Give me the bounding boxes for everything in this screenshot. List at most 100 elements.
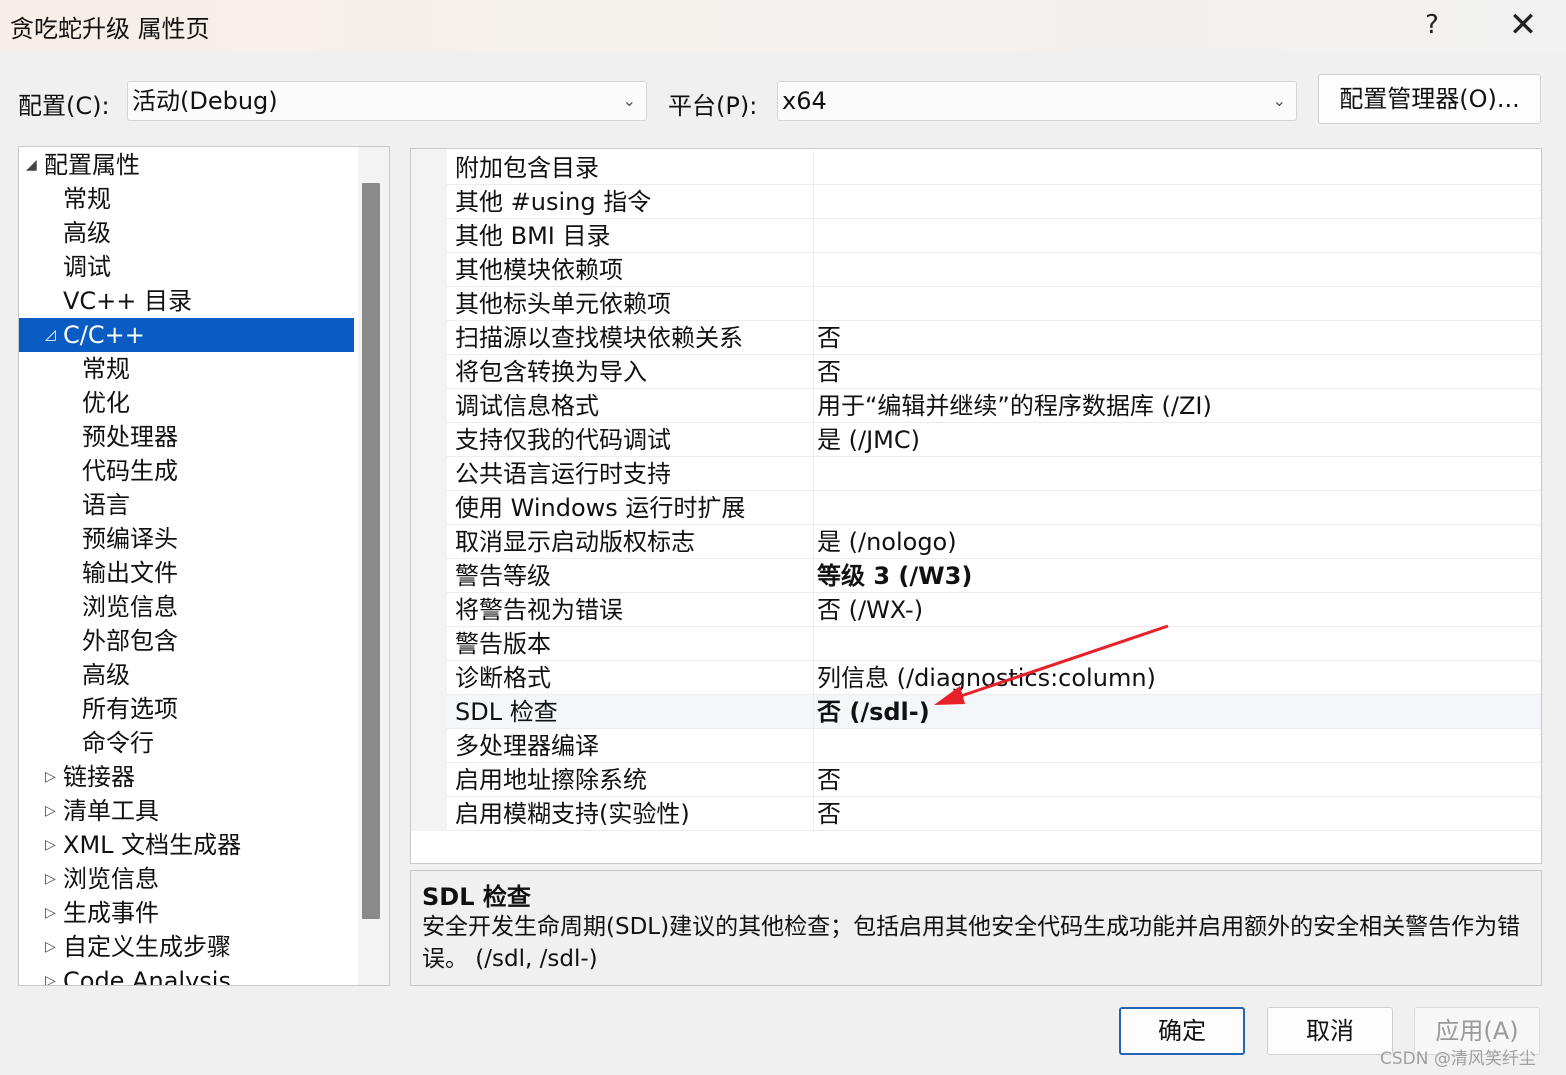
column-divider[interactable] [813, 559, 814, 593]
column-divider[interactable] [813, 423, 814, 457]
property-row[interactable]: 将包含转换为导入 否 [447, 355, 1541, 389]
column-divider[interactable] [813, 321, 814, 355]
expand-arrow-icon[interactable]: ▷ [45, 828, 56, 862]
tree-item[interactable]: ▷ XML 文档生成器 [19, 828, 354, 862]
tree-item[interactable]: 代码生成 [19, 454, 354, 488]
tree-item[interactable]: 语言 [19, 488, 354, 522]
tree-item[interactable]: ◢ 配置属性 [19, 148, 354, 182]
property-value[interactable]: 用于“编辑并继续”的程序数据库 (/ZI) [817, 389, 1212, 423]
column-divider[interactable] [813, 763, 814, 797]
close-button[interactable]: ✕ [1488, 0, 1558, 50]
property-value[interactable]: 是 (/JMC) [817, 423, 920, 457]
description-text: 安全开发生命周期(SDL)建议的其他检查；包括启用其他安全代码生成功能并启用额外… [422, 914, 1521, 972]
property-row[interactable]: 其他 #using 指令 [447, 185, 1541, 219]
property-grid[interactable]: 附加包含目录 其他 #using 指令 其他 BMI 目录 其他模块依赖项 其他标头单元… [410, 148, 1542, 864]
property-row[interactable]: 使用 Windows 运行时扩展 [447, 491, 1541, 525]
property-row[interactable]: 取消显示启动版权标志 是 (/nologo) [447, 525, 1541, 559]
window-title: 贪吃蛇升级 属性页 [10, 15, 210, 43]
ok-button[interactable]: 确定 [1119, 1007, 1245, 1055]
property-row[interactable]: 附加包含目录 [447, 151, 1541, 185]
tree-item[interactable]: ▷ Code Analysis [19, 964, 354, 985]
expand-arrow-icon[interactable]: ▷ [45, 896, 56, 930]
tree-item-label: 代码生成 [82, 457, 178, 485]
tree-item[interactable]: ▷ 生成事件 [19, 896, 354, 930]
tree-item[interactable]: 输出文件 [19, 556, 354, 590]
property-row[interactable]: 扫描源以查找模块依赖关系 否 [447, 321, 1541, 355]
property-name: 调试信息格式 [455, 392, 599, 420]
column-divider[interactable] [813, 593, 814, 627]
tree-item[interactable]: 所有选项 [19, 692, 354, 726]
property-value[interactable]: 是 (/nologo) [817, 525, 957, 559]
property-row[interactable]: 其他标头单元依赖项 [447, 287, 1541, 321]
expand-arrow-icon[interactable]: ▷ [45, 794, 56, 828]
property-value[interactable]: 列信息 (/diagnostics:column) [817, 661, 1156, 695]
expand-arrow-icon[interactable]: ▷ [45, 930, 56, 964]
column-divider[interactable] [813, 525, 814, 559]
property-row[interactable]: 启用地址擦除系统 否 [447, 763, 1541, 797]
property-row[interactable]: 警告版本 [447, 627, 1541, 661]
property-value[interactable]: 否 (/sdl-) [817, 695, 930, 729]
column-divider[interactable] [813, 695, 814, 729]
tree-item[interactable]: ▷ 清单工具 [19, 794, 354, 828]
property-row[interactable]: SDL 检查 否 (/sdl-) [447, 695, 1541, 729]
platform-select[interactable]: x64 ⌄ [777, 81, 1297, 121]
column-divider[interactable] [813, 151, 814, 185]
tree-item[interactable]: ▷ 链接器 [19, 760, 354, 794]
collapse-arrow-icon[interactable]: ◿ [45, 318, 56, 352]
expand-arrow-icon[interactable]: ▷ [45, 862, 56, 896]
property-value[interactable]: 否 (/WX-) [817, 593, 923, 627]
cancel-button[interactable]: 取消 [1267, 1007, 1393, 1055]
tree-item[interactable]: 浏览信息 [19, 590, 354, 624]
tree-item[interactable]: 预编译头 [19, 522, 354, 556]
tree-item-label: 自定义生成步骤 [63, 933, 231, 961]
property-value[interactable]: 否 [817, 355, 841, 389]
property-value[interactable]: 等级 3 (/W3) [817, 559, 972, 593]
property-row[interactable]: 其他模块依赖项 [447, 253, 1541, 287]
tree-item[interactable]: ▷ 浏览信息 [19, 862, 354, 896]
config-manager-button[interactable]: 配置管理器(O)... [1318, 74, 1541, 124]
column-divider[interactable] [813, 491, 814, 525]
column-divider[interactable] [813, 185, 814, 219]
column-divider[interactable] [813, 729, 814, 763]
tree-item[interactable]: 命令行 [19, 726, 354, 760]
property-row[interactable]: 调试信息格式 用于“编辑并继续”的程序数据库 (/ZI) [447, 389, 1541, 423]
collapse-arrow-icon[interactable]: ◢ [26, 148, 37, 182]
property-value[interactable]: 否 [817, 763, 841, 797]
tree-item[interactable]: 高级 [19, 216, 354, 250]
property-row[interactable]: 多处理器编译 [447, 729, 1541, 763]
property-value[interactable]: 否 [817, 797, 841, 831]
tree-item[interactable]: 常规 [19, 352, 354, 386]
property-row[interactable]: 支持仅我的代码调试 是 (/JMC) [447, 423, 1541, 457]
property-value[interactable]: 否 [817, 321, 841, 355]
property-row[interactable]: 其他 BMI 目录 [447, 219, 1541, 253]
tree-item[interactable]: VC++ 目录 [19, 284, 354, 318]
column-divider[interactable] [813, 661, 814, 695]
property-row[interactable]: 将警告视为错误 否 (/WX-) [447, 593, 1541, 627]
column-divider[interactable] [813, 627, 814, 661]
column-divider[interactable] [813, 219, 814, 253]
tree-item[interactable]: 调试 [19, 250, 354, 284]
expand-arrow-icon[interactable]: ▷ [45, 964, 56, 985]
column-divider[interactable] [813, 457, 814, 491]
tree-item[interactable]: 优化 [19, 386, 354, 420]
property-row[interactable]: 启用模糊支持(实验性) 否 [447, 797, 1541, 831]
tree-item[interactable]: 预处理器 [19, 420, 354, 454]
tree-scrollbar-thumb[interactable] [362, 183, 380, 919]
column-divider[interactable] [813, 355, 814, 389]
property-row[interactable]: 公共语言运行时支持 [447, 457, 1541, 491]
tree-item[interactable]: 高级 [19, 658, 354, 692]
expand-arrow-icon[interactable]: ▷ [45, 760, 56, 794]
tree-item[interactable]: 外部包含 [19, 624, 354, 658]
column-divider[interactable] [813, 797, 814, 831]
column-divider[interactable] [813, 253, 814, 287]
tree-item[interactable]: ▷ 自定义生成步骤 [19, 930, 354, 964]
property-row[interactable]: 警告等级 等级 3 (/W3) [447, 559, 1541, 593]
property-tree[interactable]: ◢ 配置属性 常规 高级 调试 VC++ 目录 ◿ C/C++ 常规 优化 预处理器 代码生成 语言 预编… [18, 146, 390, 986]
help-button[interactable]: ? [1397, 0, 1467, 50]
column-divider[interactable] [813, 389, 814, 423]
config-select[interactable]: 活动(Debug) ⌄ [127, 81, 647, 121]
tree-item[interactable]: ◿ C/C++ [19, 318, 354, 352]
property-row[interactable]: 诊断格式 列信息 (/diagnostics:column) [447, 661, 1541, 695]
column-divider[interactable] [813, 287, 814, 321]
tree-item[interactable]: 常规 [19, 182, 354, 216]
